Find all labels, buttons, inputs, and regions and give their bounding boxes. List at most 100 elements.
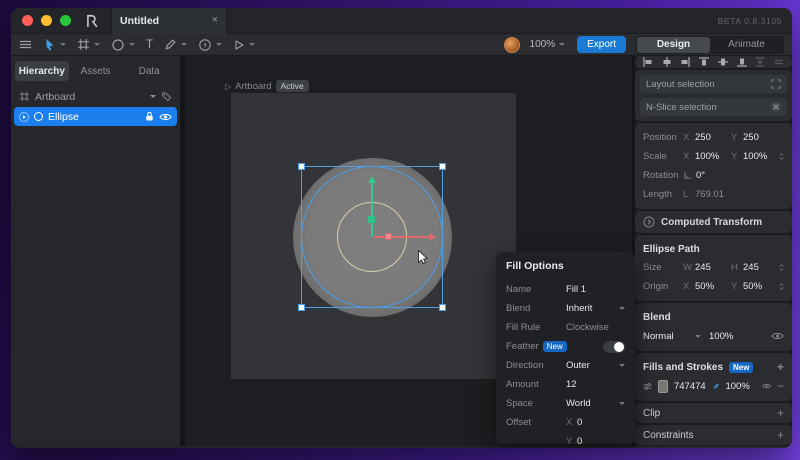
text-tool-button[interactable]: T xyxy=(146,39,153,51)
lock-icon[interactable] xyxy=(145,111,154,122)
resize-handle-bottomright[interactable] xyxy=(439,304,446,311)
align-left-icon[interactable] xyxy=(642,56,654,68)
origin-x-field[interactable]: 50% xyxy=(695,281,731,292)
align-center-horizontal-icon[interactable] xyxy=(661,56,673,68)
artboard-header[interactable]: ▷ Artboard Active xyxy=(225,80,309,92)
events-tool-caret-icon[interactable] xyxy=(216,43,223,46)
position-x-field[interactable]: 250 xyxy=(695,132,731,143)
position-row: Position X 250 Y 250 xyxy=(635,128,792,147)
direction-dropdown[interactable]: Outer xyxy=(566,360,625,371)
clip-row[interactable]: Clip + xyxy=(635,403,792,423)
select-tool-caret-icon[interactable] xyxy=(60,43,66,46)
offset-y-field[interactable]: 0 xyxy=(577,436,582,447)
width-field[interactable]: 245 xyxy=(695,262,731,273)
pen-tool-caret-icon[interactable] xyxy=(181,43,188,46)
x-axis-label: X xyxy=(683,132,690,143)
zoom-level-control[interactable]: 100% xyxy=(530,39,566,50)
select-tool-button[interactable] xyxy=(43,38,66,51)
expand-caret-icon[interactable] xyxy=(19,111,29,122)
remove-fill-icon[interactable]: − xyxy=(777,379,784,393)
computed-transform-section: Computed Transform xyxy=(635,211,792,233)
tree-item-ellipse[interactable]: Ellipse xyxy=(14,107,177,126)
tab-design[interactable]: Design xyxy=(637,36,710,53)
feather-toggle[interactable] xyxy=(603,340,625,353)
tab-animate[interactable]: Animate xyxy=(710,37,783,53)
events-tool-button[interactable] xyxy=(198,38,223,52)
gizmo-x-handle[interactable] xyxy=(385,233,392,240)
resize-handle-topleft[interactable] xyxy=(298,163,305,170)
ellipse-shape-icon xyxy=(112,38,124,51)
blend-mode-row: Normal 100% xyxy=(635,326,792,346)
distribute-horizontal-icon[interactable] xyxy=(773,56,785,68)
close-tab-icon[interactable]: × xyxy=(212,15,218,26)
eye-icon[interactable] xyxy=(762,381,771,391)
user-avatar[interactable] xyxy=(503,36,520,53)
align-right-icon[interactable] xyxy=(679,56,691,68)
tab-data[interactable]: Data xyxy=(122,61,176,81)
draw-order-row[interactable]: Draw Order + xyxy=(635,447,792,448)
zoom-window-button[interactable] xyxy=(60,15,71,26)
pen-tool-button[interactable] xyxy=(164,38,188,51)
align-center-vertical-icon[interactable] xyxy=(717,56,729,68)
fill-row[interactable]: 747474 100% − xyxy=(635,376,792,396)
fill-settings-icon[interactable] xyxy=(643,381,652,392)
origin-y-field[interactable]: 50% xyxy=(743,281,779,292)
layout-selection-button[interactable]: Layout selection xyxy=(640,75,787,93)
artboard-tool-button[interactable] xyxy=(77,38,100,51)
eye-icon[interactable] xyxy=(159,112,172,122)
tag-icon[interactable] xyxy=(161,91,172,102)
add-fill-icon[interactable]: + xyxy=(777,360,784,374)
height-field[interactable]: 245 xyxy=(743,262,779,273)
add-clip-icon[interactable]: + xyxy=(777,406,784,420)
feather-icon[interactable] xyxy=(712,381,720,392)
resize-handle-topright[interactable] xyxy=(439,163,446,170)
stepper-icon[interactable] xyxy=(779,262,784,273)
position-y-field[interactable]: 250 xyxy=(743,132,779,143)
add-constraint-icon[interactable]: + xyxy=(777,428,784,442)
tree-item-artboard[interactable]: Artboard xyxy=(14,87,177,106)
distribute-vertical-icon[interactable] xyxy=(754,56,766,68)
fill-hex-field[interactable]: 747474 xyxy=(674,381,706,392)
length-value: 769.01 xyxy=(695,189,725,200)
offset-y-row: Y 0 xyxy=(506,432,625,448)
scale-x-field[interactable]: 100% xyxy=(695,151,731,162)
shapes-tool-caret-icon[interactable] xyxy=(129,43,135,46)
blend-mode-dropdown[interactable]: Normal xyxy=(643,331,695,342)
space-dropdown[interactable]: World xyxy=(566,398,625,409)
shapes-tool-button[interactable] xyxy=(111,38,135,52)
artboard-caret-icon[interactable]: ▷ xyxy=(225,82,231,91)
scale-y-field[interactable]: 100% xyxy=(743,151,779,162)
align-bottom-icon[interactable] xyxy=(736,56,748,68)
constraints-row[interactable]: Constraints + xyxy=(635,425,792,445)
document-tab[interactable]: Untitled × xyxy=(111,8,227,34)
blend-dropdown[interactable]: Inherit xyxy=(566,303,625,314)
stepper-icon[interactable] xyxy=(779,151,784,162)
offset-x-field[interactable]: 0 xyxy=(577,417,582,428)
fill-opacity-field[interactable]: 100% xyxy=(725,381,749,392)
tab-assets[interactable]: Assets xyxy=(69,61,123,81)
fill-name-field[interactable]: Fill 1 xyxy=(566,284,625,295)
computed-transform-row[interactable]: Computed Transform xyxy=(635,211,792,233)
resize-handle-bottomleft[interactable] xyxy=(298,304,305,311)
close-window-button[interactable] xyxy=(22,15,33,26)
fill-color-swatch[interactable] xyxy=(658,379,668,393)
amount-field[interactable]: 12 xyxy=(566,379,625,390)
tab-hierarchy[interactable]: Hierarchy xyxy=(15,61,69,81)
main-menu-button[interactable] xyxy=(19,39,32,50)
y-axis-label: Y xyxy=(731,281,738,292)
stepper-icon[interactable] xyxy=(779,281,784,292)
align-top-icon[interactable] xyxy=(698,56,710,68)
play-tool-caret-icon[interactable] xyxy=(249,43,256,46)
x-axis-label: X xyxy=(683,151,690,162)
play-tool-button[interactable] xyxy=(233,39,256,51)
collapse-caret-icon[interactable] xyxy=(150,95,156,98)
minimize-window-button[interactable] xyxy=(41,15,52,26)
rotation-field[interactable]: 0° xyxy=(696,170,732,181)
eye-icon[interactable] xyxy=(771,331,784,341)
export-button[interactable]: Export xyxy=(577,36,626,53)
gizmo-y-handle[interactable] xyxy=(368,216,375,223)
nslice-selection-button[interactable]: N-Slice selection xyxy=(640,98,787,116)
blend-opacity-field[interactable]: 100% xyxy=(709,331,733,342)
artboard-tool-caret-icon[interactable] xyxy=(94,43,100,46)
draw-order-section: Draw Order + xyxy=(635,447,792,448)
